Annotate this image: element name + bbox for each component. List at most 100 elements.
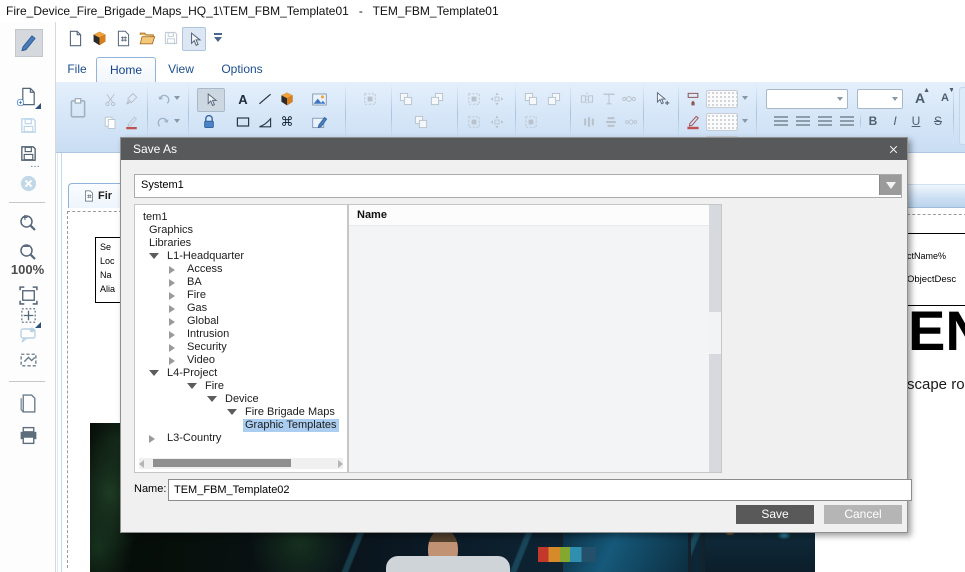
undo-dropdown-icon[interactable] bbox=[174, 96, 180, 100]
align-right-icon[interactable] bbox=[818, 116, 832, 127]
save-button[interactable]: Save bbox=[736, 505, 814, 524]
tree-item-label[interactable]: Fire Brigade Maps bbox=[243, 406, 337, 419]
expanded-arrow-icon[interactable] bbox=[187, 383, 197, 389]
select-bounds-icon[interactable] bbox=[465, 90, 483, 108]
tree-item[interactable]: Security bbox=[135, 341, 347, 354]
fill-style-icon[interactable] bbox=[684, 90, 702, 108]
tree-item-label[interactable]: Access bbox=[185, 263, 224, 276]
zoom-in-button[interactable]: + bbox=[15, 210, 41, 236]
workspace-cube-icon[interactable] bbox=[88, 27, 110, 49]
select-points-icon[interactable] bbox=[465, 113, 483, 131]
font-size-select[interactable] bbox=[857, 89, 903, 109]
insert-picture-button[interactable] bbox=[310, 90, 328, 108]
save-icon[interactable] bbox=[160, 27, 182, 49]
tree-item[interactable]: L3-Country bbox=[135, 432, 347, 445]
tab-file[interactable]: File bbox=[58, 57, 96, 81]
tree-item-label[interactable]: Global bbox=[185, 315, 221, 328]
glow-icon[interactable] bbox=[545, 90, 563, 108]
new-document-icon[interactable] bbox=[64, 27, 86, 49]
shape-tool-button[interactable] bbox=[256, 113, 274, 131]
undo-icon[interactable] bbox=[154, 90, 172, 108]
distribute-h-icon[interactable] bbox=[602, 113, 620, 131]
fill-pattern-swatch[interactable] bbox=[706, 90, 738, 108]
reshape-icon[interactable] bbox=[488, 113, 506, 131]
expanded-arrow-icon[interactable] bbox=[207, 396, 217, 402]
rectangle-tool-button[interactable] bbox=[234, 113, 252, 131]
pen-style-icon[interactable] bbox=[122, 113, 140, 131]
font-family-select[interactable] bbox=[766, 89, 848, 109]
save-button[interactable] bbox=[15, 112, 41, 138]
send-backward-icon[interactable] bbox=[428, 90, 446, 108]
new-graphic-button[interactable] bbox=[15, 83, 41, 109]
tree-item[interactable]: L4-Project bbox=[135, 367, 347, 380]
tree-item-label[interactable]: Device bbox=[223, 393, 261, 406]
open-folder-icon[interactable] bbox=[136, 27, 158, 49]
tree-item[interactable]: Device bbox=[135, 393, 347, 406]
effect-icon[interactable] bbox=[522, 113, 540, 131]
strikethrough-button[interactable]: S bbox=[930, 114, 946, 128]
marquee-icon[interactable] bbox=[361, 90, 379, 108]
collapsed-arrow-icon[interactable] bbox=[169, 292, 175, 300]
tree-item[interactable]: Global bbox=[135, 315, 347, 328]
list-vertical-scrollbar[interactable] bbox=[709, 205, 721, 472]
lock-icon[interactable] bbox=[200, 113, 218, 131]
expanded-arrow-icon[interactable] bbox=[149, 253, 159, 259]
align-center-text-icon[interactable] bbox=[796, 116, 810, 127]
shadow-icon[interactable] bbox=[522, 90, 540, 108]
distribute-v-icon[interactable] bbox=[622, 113, 640, 131]
cancel-button[interactable]: Cancel bbox=[824, 505, 902, 524]
color-camera-icon[interactable] bbox=[278, 90, 296, 108]
tree-item[interactable]: Graphics bbox=[135, 224, 347, 237]
comment-button[interactable] bbox=[15, 322, 41, 348]
line-dropdown-icon[interactable] bbox=[742, 119, 748, 123]
collapsed-arrow-icon[interactable] bbox=[169, 331, 175, 339]
tree-item[interactable]: Fire Brigade Maps bbox=[135, 406, 347, 419]
resize-icon[interactable] bbox=[488, 90, 506, 108]
tree-item[interactable]: tem1 bbox=[135, 211, 347, 224]
collapsed-arrow-icon[interactable] bbox=[169, 318, 175, 326]
collapsed-arrow-icon[interactable] bbox=[149, 435, 155, 443]
grow-font-button[interactable]: A▲ bbox=[911, 89, 929, 107]
save-as-button[interactable]: … bbox=[15, 140, 41, 166]
pointer-plus-icon[interactable] bbox=[653, 90, 671, 108]
zoom-level-button[interactable]: 100% bbox=[0, 262, 55, 277]
edit-picture-button[interactable] bbox=[310, 113, 328, 131]
line-tool-button[interactable] bbox=[256, 90, 274, 108]
cut-icon[interactable] bbox=[101, 90, 119, 108]
edit-pen-button[interactable] bbox=[15, 29, 43, 57]
tree-item[interactable]: Video bbox=[135, 354, 347, 367]
tree-item[interactable]: Access bbox=[135, 263, 347, 276]
scroll-left-icon[interactable] bbox=[139, 460, 144, 468]
tree-item-label[interactable]: L4-Project bbox=[165, 367, 219, 380]
name-input[interactable] bbox=[168, 479, 912, 501]
tree-item-label[interactable]: Fire bbox=[185, 289, 208, 302]
tree-item-label[interactable]: Fire bbox=[203, 380, 226, 393]
tab-options[interactable]: Options bbox=[210, 57, 274, 81]
tree-item[interactable]: BA bbox=[135, 276, 347, 289]
system-selector[interactable]: System1 bbox=[134, 174, 902, 198]
line-pattern-swatch[interactable] bbox=[706, 113, 738, 131]
scrollbar-thumb[interactable] bbox=[709, 312, 721, 354]
bring-forward-icon[interactable] bbox=[397, 90, 415, 108]
shrink-font-button[interactable]: A▼ bbox=[936, 89, 954, 107]
text-tool-button[interactable]: A bbox=[234, 90, 252, 108]
bold-button[interactable]: B bbox=[865, 114, 881, 128]
page-setup-button[interactable] bbox=[15, 390, 41, 416]
underline-button[interactable]: U bbox=[908, 114, 924, 128]
tree-item[interactable]: Intrusion bbox=[135, 328, 347, 341]
tree-item-label[interactable]: BA bbox=[185, 276, 204, 289]
justify-icon[interactable] bbox=[840, 116, 854, 127]
tab-view[interactable]: View bbox=[156, 57, 206, 81]
expanded-arrow-icon[interactable] bbox=[149, 370, 159, 376]
flip-icon[interactable] bbox=[578, 90, 596, 108]
redo-dropdown-icon[interactable] bbox=[174, 119, 180, 123]
tree-item[interactable]: L1-Headquarter bbox=[135, 250, 347, 263]
tree-item-label[interactable]: L3-Country bbox=[165, 432, 223, 445]
tree-item-label[interactable]: Intrusion bbox=[185, 328, 231, 341]
tree-horizontal-scrollbar[interactable] bbox=[139, 458, 343, 469]
tree-item-label[interactable]: tem1 bbox=[141, 211, 169, 224]
tree-item-label[interactable]: Graphic Templates bbox=[243, 419, 339, 432]
tab-home[interactable]: Home bbox=[96, 57, 156, 82]
select-cursor-icon[interactable] bbox=[182, 27, 206, 51]
scroll-right-ic[interactable] bbox=[338, 460, 343, 468]
